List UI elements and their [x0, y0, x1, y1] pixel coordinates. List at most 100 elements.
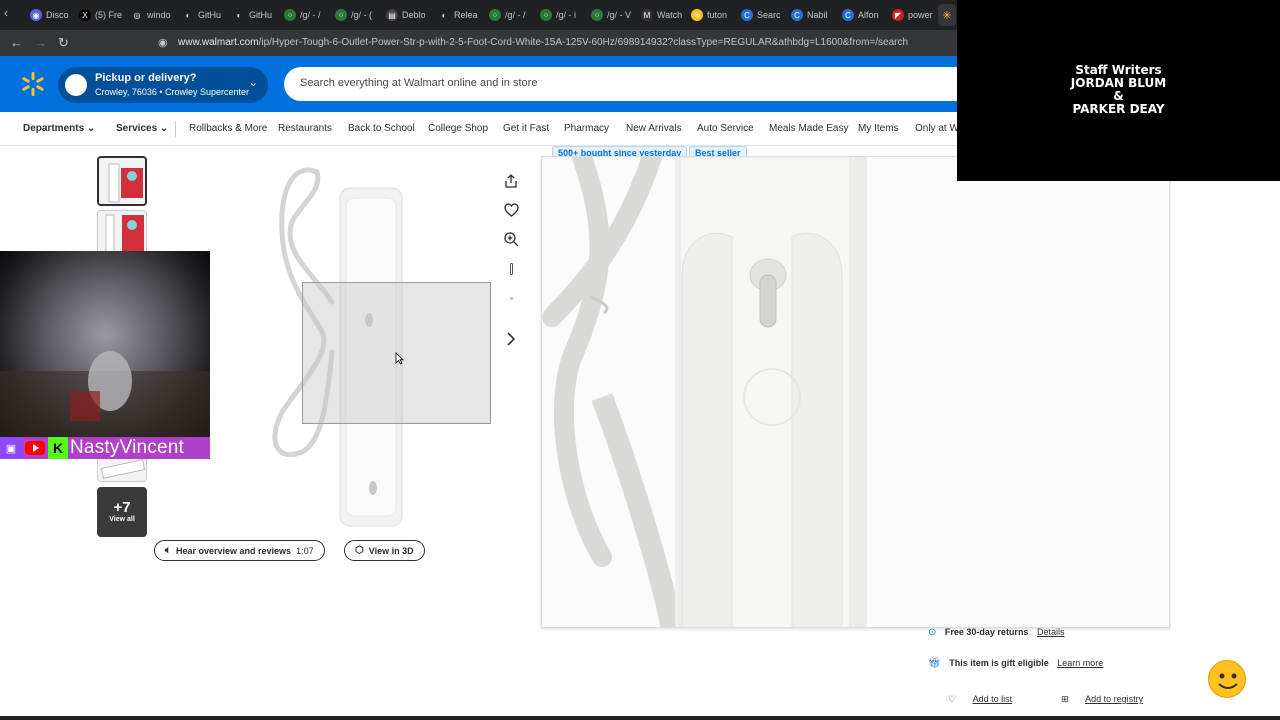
- browser-tab-10[interactable]: ⁘ /g/ - /: [489, 4, 537, 26]
- tab-favicon-icon: ◤: [892, 9, 904, 21]
- browser-tab-16[interactable]: C Nabil: [791, 4, 839, 26]
- carousel-dot-icon-2[interactable]: [501, 288, 521, 308]
- browser-tab-17[interactable]: C Alfon: [842, 4, 890, 26]
- tab-label: /g/ - V: [607, 10, 632, 20]
- nav-item-10[interactable]: My Items: [858, 123, 899, 134]
- webcam-overlay: [0, 251, 210, 437]
- thumbnail-power-strip-image: [108, 163, 143, 203]
- view-in-3d-button[interactable]: ⬡ View in 3D: [344, 540, 425, 561]
- taskbar-edge: [0, 716, 1280, 720]
- share-icon[interactable]: [501, 171, 521, 191]
- browser-tab-15[interactable]: C Searc: [741, 4, 789, 26]
- nav-item-2[interactable]: Restaurants: [278, 123, 332, 134]
- browser-tab-13[interactable]: M Watch: [641, 4, 689, 26]
- hear-overview-button[interactable]: 🔈︎ Hear overview and reviews 1:07: [154, 540, 325, 561]
- returns-text: Free 30-day returns: [944, 627, 1029, 637]
- tab-label: Alfon: [858, 10, 879, 20]
- browser-tab-18[interactable]: ◤ power: [892, 4, 940, 26]
- hear-duration: 1:07: [296, 545, 314, 556]
- returns-icon: ⊙: [928, 627, 937, 638]
- tab-label: Deblo: [402, 10, 426, 20]
- more-images-count: +7: [113, 499, 131, 516]
- back-icon[interactable]: ←: [10, 35, 23, 50]
- chevron-down-icon: ⌄: [248, 77, 258, 89]
- tab-favicon-icon: C: [842, 9, 854, 21]
- tab-scroll-left-icon[interactable]: ‹: [4, 6, 8, 20]
- site-info-icon[interactable]: ◉: [158, 36, 168, 49]
- tab-favicon-icon: ✳: [691, 9, 703, 21]
- nav-item-6[interactable]: Pharmacy: [564, 123, 609, 134]
- next-image-chevron-icon[interactable]: [501, 329, 521, 349]
- forward-icon[interactable]: →: [34, 35, 47, 50]
- browser-tab-4[interactable]: ◐ GitHu: [182, 4, 230, 26]
- active-tab-walmart[interactable]: ✳: [938, 4, 956, 26]
- gift-learn-more-link[interactable]: Learn more: [1057, 658, 1103, 668]
- tab-favicon-icon: ⁘: [540, 9, 552, 21]
- tab-favicon-icon: ⁘: [284, 9, 296, 21]
- tab-favicon-icon: ◐: [185, 10, 191, 20]
- view-in-3d-label: View in 3D: [368, 545, 414, 556]
- tab-favicon-icon: ◉: [30, 9, 42, 21]
- pickup-title: Pickup or delivery?: [95, 72, 197, 84]
- pickup-delivery-selector[interactable]: Pickup or delivery? Crowley, 76036 • Cro…: [58, 67, 268, 103]
- browser-tab-1[interactable]: ◉ Disco: [30, 4, 78, 26]
- nav-item-9[interactable]: Meals Made Easy: [769, 123, 848, 134]
- streamer-name: NastyVincent: [70, 437, 184, 458]
- browser-tab-8[interactable]: ▤ Deblo: [386, 4, 434, 26]
- browser-tab-9[interactable]: ◐ Relea: [438, 4, 486, 26]
- view-all-images-button[interactable]: +7 View all: [97, 487, 147, 537]
- credits-line-4: PARKER DEAY: [1072, 102, 1165, 116]
- returns-details-link[interactable]: Details: [1037, 627, 1065, 637]
- registry-gift-icon: ⊞: [1061, 694, 1069, 704]
- tab-label: futon: [707, 10, 728, 20]
- browser-tab-3[interactable]: ◎ windo: [131, 4, 179, 26]
- thumbnail-1[interactable]: [97, 156, 147, 206]
- heart-icon[interactable]: [501, 200, 521, 220]
- nav-item-8[interactable]: Auto Service: [697, 123, 754, 134]
- nav-item-4[interactable]: College Shop: [428, 123, 488, 134]
- tab-favicon-icon: X: [79, 9, 91, 21]
- browser-tab-14[interactable]: ✳ futon: [691, 4, 739, 26]
- browser-tab-12[interactable]: ⁘ /g/ - V: [591, 4, 639, 26]
- add-to-list-button[interactable]: ♡ Add to list: [948, 694, 1012, 705]
- walmart-spark-icon: ✳: [942, 9, 952, 22]
- smiley-emoji-icon: [1208, 660, 1246, 698]
- tab-label: /g/ - (: [351, 10, 373, 20]
- pickup-icon: [65, 74, 87, 96]
- tab-label: /g/ - i: [556, 10, 577, 20]
- view-all-label: View all: [109, 516, 135, 523]
- browser-tab-7[interactable]: ⁘ /g/ - (: [335, 4, 383, 26]
- departments-menu[interactable]: Departments ⌄: [23, 123, 95, 134]
- nav-item-1[interactable]: Rollbacks & More: [189, 123, 267, 134]
- tab-label: Watch: [657, 10, 683, 20]
- url-field[interactable]: www.walmart.com/ip/Hyper-Tough-6-Outlet-…: [178, 37, 908, 48]
- tab-label: /g/ - /: [300, 10, 321, 20]
- carousel-dot-icon[interactable]: [501, 259, 521, 279]
- browser-tab-6[interactable]: ⁘ /g/ - /: [284, 4, 332, 26]
- youtube-icon: [22, 437, 48, 459]
- browser-tab-2[interactable]: X (5) Fre: [79, 4, 127, 26]
- nav-item-7[interactable]: New Arrivals: [626, 123, 682, 134]
- tab-label: Searc: [757, 10, 781, 20]
- services-menu[interactable]: Services ⌄: [116, 123, 168, 134]
- nav-item-5[interactable]: Get it Fast: [503, 123, 549, 134]
- gift-eligible-text: This item is gift eligible: [949, 658, 1049, 668]
- tab-favicon-icon: ◐: [236, 10, 242, 20]
- walmart-spark-logo[interactable]: [20, 71, 46, 97]
- cube-3d-icon: ⬡: [355, 545, 364, 556]
- browser-tab-5[interactable]: ◐ GitHu: [233, 4, 281, 26]
- tab-label: (5) Fre: [95, 10, 122, 20]
- zoom-in-icon[interactable]: [501, 229, 521, 249]
- search-input[interactable]: Search everything at Walmart online and …: [284, 67, 984, 101]
- tab-label: Disco: [46, 10, 69, 20]
- add-to-registry-button[interactable]: ⊞ Add to registry: [1061, 694, 1143, 705]
- thumbnail-6[interactable]: [97, 455, 147, 482]
- tab-label: power: [908, 10, 933, 20]
- nav-item-3[interactable]: Back to School: [348, 123, 415, 134]
- add-to-registry-label: Add to registry: [1085, 694, 1144, 704]
- heart-outline-icon: ♡: [948, 694, 957, 704]
- browser-tab-11[interactable]: ⁘ /g/ - i: [540, 4, 588, 26]
- reload-icon[interactable]: ↻: [58, 35, 69, 51]
- kick-icon: K: [48, 437, 68, 459]
- url-domain: www.walmart.com: [178, 37, 259, 48]
